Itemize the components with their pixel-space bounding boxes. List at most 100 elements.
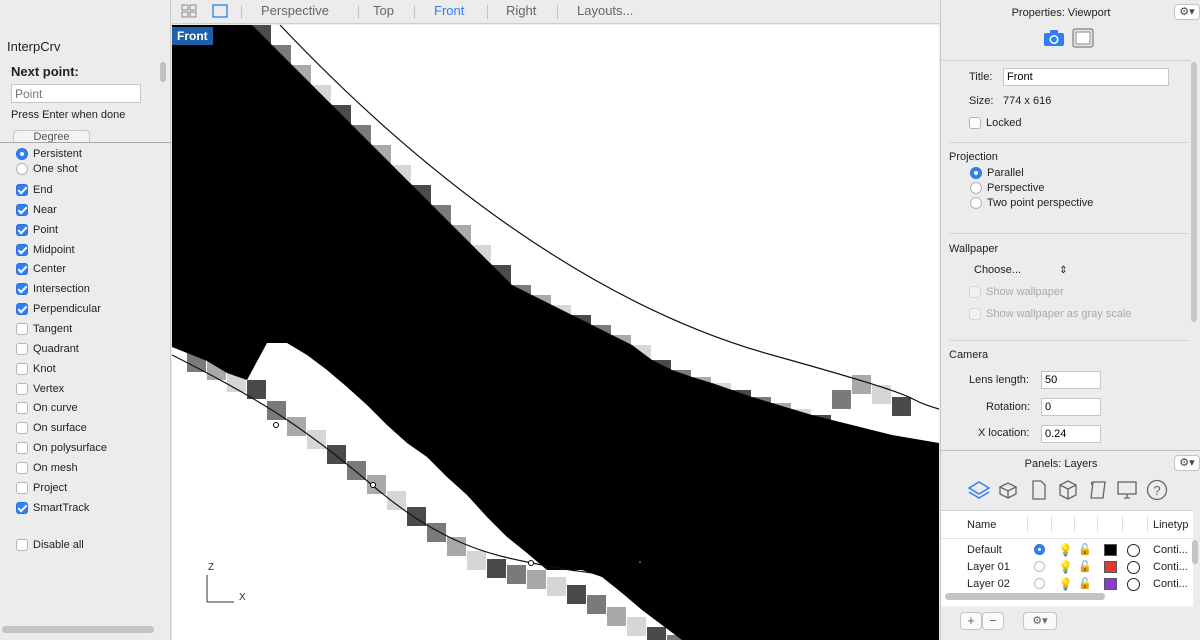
- layer-linetype[interactable]: Conti...: [1153, 544, 1188, 556]
- osnap-item[interactable]: Quadrant: [16, 340, 79, 358]
- material-icon[interactable]: [1127, 544, 1140, 557]
- checkbox-disable-all[interactable]: [16, 539, 28, 551]
- osnap-item[interactable]: End: [16, 181, 53, 199]
- projection-two-point[interactable]: Two point perspective: [970, 197, 1093, 209]
- curve-control-point[interactable]: [370, 482, 376, 488]
- osnap-checkbox[interactable]: [16, 243, 28, 256]
- tab-right[interactable]: Right: [506, 3, 536, 18]
- osnap-item[interactable]: SmartTrack: [16, 499, 89, 517]
- scroll-icon[interactable]: [1086, 478, 1110, 502]
- osnap-item[interactable]: Project: [16, 479, 67, 497]
- osnap-disable-all[interactable]: Disable all: [16, 536, 84, 554]
- tab-layouts[interactable]: Layouts...: [577, 3, 633, 18]
- osnap-checkbox[interactable]: [16, 382, 28, 395]
- command-hscrollbar[interactable]: [2, 626, 154, 633]
- osnap-mode-one-shot[interactable]: One shot: [16, 160, 78, 178]
- document-icon[interactable]: [1027, 478, 1051, 502]
- material-icon[interactable]: [1127, 578, 1140, 591]
- checkbox-locked[interactable]: [969, 117, 981, 129]
- radio-perspective[interactable]: [970, 182, 982, 194]
- osnap-item[interactable]: Near: [16, 201, 57, 219]
- tab-front[interactable]: Front: [434, 3, 464, 18]
- osnap-item[interactable]: Intersection: [16, 280, 90, 298]
- lightbulb-icon[interactable]: 💡: [1058, 577, 1073, 591]
- osnap-checkbox[interactable]: [16, 184, 28, 196]
- osnap-checkbox[interactable]: [16, 461, 28, 474]
- osnap-checkbox[interactable]: [16, 322, 28, 335]
- remove-layer-button[interactable]: −: [982, 612, 1004, 630]
- layer-name[interactable]: Layer 01: [967, 561, 1010, 573]
- lock-icon[interactable]: 🔓: [1078, 543, 1092, 556]
- radio-one-shot[interactable]: [16, 163, 28, 175]
- layer-row[interactable]: Default 💡 🔓 Conti...: [941, 542, 1193, 559]
- layer-name[interactable]: Layer 02: [967, 578, 1010, 590]
- properties-gear-menu[interactable]: ⚙▾: [1174, 4, 1200, 20]
- panel-divider[interactable]: [0, 142, 171, 143]
- lightbulb-icon[interactable]: 💡: [1058, 543, 1073, 557]
- checkbox-show-wallpaper[interactable]: [969, 286, 981, 298]
- layer-options-button[interactable]: ⚙▾: [1023, 612, 1057, 630]
- osnap-checkbox[interactable]: [16, 422, 28, 435]
- osnap-checkbox[interactable]: [16, 481, 28, 494]
- layer-color-swatch[interactable]: [1104, 544, 1117, 556]
- current-layer-radio[interactable]: [1034, 578, 1045, 589]
- layer-linetype[interactable]: Conti...: [1153, 561, 1188, 573]
- lightbulb-icon[interactable]: 💡: [1058, 560, 1073, 574]
- osnap-item[interactable]: On surface: [16, 419, 87, 437]
- osnap-checkbox[interactable]: [16, 402, 28, 415]
- layers-vscrollbar[interactable]: [1192, 540, 1198, 564]
- curve-control-point[interactable]: [273, 422, 279, 428]
- viewport-frame-icon[interactable]: [1072, 28, 1094, 48]
- current-layer-radio[interactable]: [1034, 561, 1045, 572]
- checkbox-wallpaper-gray[interactable]: [969, 308, 981, 320]
- osnap-checkbox[interactable]: [16, 303, 28, 316]
- properties-scrollbar[interactable]: [1191, 62, 1197, 322]
- layers-hscrollbar[interactable]: [945, 593, 1105, 600]
- current-layer-radio[interactable]: [1034, 544, 1045, 555]
- layers-gear-menu[interactable]: ⚙▾: [1174, 455, 1200, 471]
- lens-length-field[interactable]: [1041, 371, 1101, 389]
- osnap-checkbox[interactable]: [16, 442, 28, 455]
- osnap-checkbox[interactable]: [16, 223, 28, 236]
- front-viewport[interactable]: Front Z X: [172, 25, 939, 640]
- lock-icon[interactable]: 🔓: [1078, 560, 1092, 573]
- single-viewport-icon[interactable]: [212, 4, 228, 18]
- layer-color-swatch[interactable]: [1104, 578, 1117, 590]
- osnap-checkbox[interactable]: [16, 501, 28, 514]
- display-icon[interactable]: [1115, 478, 1139, 502]
- command-scrollbar[interactable]: [160, 62, 166, 82]
- lock-icon[interactable]: 🔓: [1078, 577, 1092, 590]
- layers-col-name[interactable]: Name: [967, 519, 996, 531]
- layer-linetype[interactable]: Conti...: [1153, 578, 1188, 590]
- curve-control-point[interactable]: [528, 560, 534, 566]
- degree-button[interactable]: Degree: [13, 130, 90, 142]
- layers-col-linetype[interactable]: Linetyp: [1153, 519, 1188, 531]
- four-viewports-icon[interactable]: [181, 4, 197, 18]
- point-input[interactable]: [11, 84, 141, 103]
- add-layer-button[interactable]: +: [960, 612, 982, 630]
- osnap-item[interactable]: On polysurface: [16, 439, 107, 457]
- osnap-checkbox[interactable]: [16, 203, 28, 216]
- viewport-canvas[interactable]: [172, 25, 939, 640]
- osnap-checkbox[interactable]: [16, 263, 28, 276]
- osnap-item[interactable]: On mesh: [16, 459, 78, 477]
- osnap-checkbox[interactable]: [16, 283, 28, 296]
- osnap-checkbox[interactable]: [16, 362, 28, 375]
- camera-icon[interactable]: [1042, 28, 1066, 48]
- viewport-label[interactable]: Front: [172, 27, 213, 45]
- radio-parallel[interactable]: [970, 167, 982, 179]
- material-icon[interactable]: [1127, 561, 1140, 574]
- x-location-field[interactable]: [1041, 425, 1101, 443]
- osnap-item[interactable]: Midpoint: [16, 241, 75, 259]
- objects-icon[interactable]: [997, 478, 1021, 502]
- osnap-item[interactable]: Point: [16, 221, 58, 239]
- show-wallpaper-option[interactable]: Show wallpaper: [969, 286, 1064, 298]
- layer-row[interactable]: Layer 02 💡 🔓 Conti...: [941, 576, 1193, 593]
- osnap-item[interactable]: On curve: [16, 399, 78, 417]
- radio-persistent[interactable]: [16, 148, 28, 160]
- viewport-title-field[interactable]: [1003, 68, 1169, 86]
- osnap-checkbox[interactable]: [16, 342, 28, 355]
- tab-top[interactable]: Top: [373, 3, 394, 18]
- layer-name[interactable]: Default: [967, 544, 1002, 556]
- osnap-item[interactable]: Center: [16, 260, 66, 278]
